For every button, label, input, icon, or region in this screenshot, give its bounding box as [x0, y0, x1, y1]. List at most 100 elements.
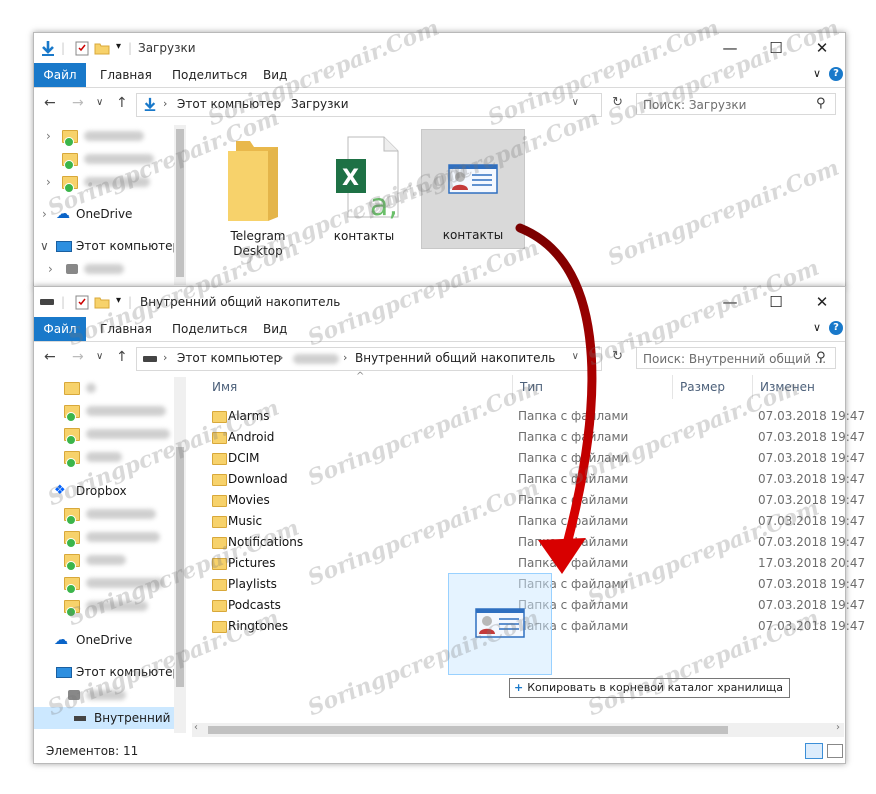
item-label: контакты	[333, 229, 395, 243]
item-count: Элементов: 11	[46, 744, 139, 758]
qa-dropdown-icon[interactable]: ▾	[116, 41, 121, 52]
file-type: Папка с файлами	[518, 535, 629, 549]
address-dropdown-icon[interactable]: ∨	[572, 97, 579, 108]
column-header-type[interactable]: Тип	[520, 375, 543, 399]
tab-share[interactable]: Поделиться	[172, 63, 247, 87]
file-date: 17.03.2018 20:47	[758, 556, 866, 570]
back-button[interactable]: ←	[44, 349, 56, 365]
drive-icon	[74, 716, 86, 721]
help-icon[interactable]: ?	[829, 321, 843, 335]
table-row[interactable]: Download Папка с файлами 07.03.2018 19:47	[192, 469, 865, 490]
folder-icon	[228, 141, 278, 221]
breadcrumb-downloads[interactable]: Загрузки	[291, 97, 349, 111]
file-date: 07.03.2018 19:47	[758, 451, 866, 465]
minimize-button[interactable]: —	[707, 287, 753, 317]
address-bar[interactable]: › Этот компьютер › Загрузки ∨ ↻	[136, 93, 623, 117]
search-input[interactable]: Поиск: Загрузки	[636, 93, 836, 115]
refresh-icon[interactable]: ↻	[612, 349, 623, 364]
tab-share[interactable]: Поделиться	[172, 317, 247, 341]
qa-separator: |	[61, 295, 66, 309]
tab-view[interactable]: Вид	[263, 317, 287, 341]
qa-dropdown-icon[interactable]: ▾	[116, 295, 121, 306]
table-row[interactable]: Music Папка с файлами 07.03.2018 19:47	[192, 511, 865, 532]
breadcrumb-this-pc[interactable]: Этот компьютер	[177, 97, 281, 111]
minimize-button[interactable]: —	[707, 33, 753, 63]
ribbon-tabs: Файл Главная Поделиться Вид ∨ ?	[34, 63, 845, 88]
file-name: Android	[228, 430, 275, 444]
nav-scrollbar[interactable]	[174, 125, 186, 285]
tab-file[interactable]: Файл	[34, 317, 86, 341]
search-input[interactable]: Поиск: Внутренний общий ...	[636, 347, 836, 369]
file-item-telegram-desktop[interactable]: Telegram Desktop	[214, 133, 302, 263]
file-item-contacts-xlsx[interactable]: Xa, контакты	[320, 133, 408, 263]
column-header-name[interactable]: Имя	[212, 375, 237, 399]
file-name: Pictures	[228, 556, 276, 570]
file-type: Папка с файлами	[518, 514, 629, 528]
forward-button[interactable]: →	[72, 349, 84, 365]
address-dropdown-icon[interactable]: ∨	[572, 351, 579, 362]
help-icon[interactable]: ?	[829, 67, 843, 81]
dropbox-icon: ❖	[54, 483, 66, 498]
file-date: 07.03.2018 19:47	[758, 430, 866, 444]
folder-icon	[212, 432, 227, 444]
file-date: 07.03.2018 19:47	[758, 535, 866, 549]
table-row[interactable]: Alarms Папка с файлами 07.03.2018 19:47	[192, 406, 865, 427]
recent-dropdown-icon[interactable]: ∨	[96, 97, 103, 108]
tab-file[interactable]: Файл	[34, 63, 86, 87]
tab-view[interactable]: Вид	[263, 63, 287, 87]
item-label: Telegram Desktop	[230, 229, 286, 258]
close-button[interactable]: ✕	[799, 33, 845, 63]
table-row[interactable]: Pictures Папка с файлами 17.03.2018 20:47	[192, 553, 865, 574]
horizontal-scrollbar[interactable]: ‹ ›	[192, 722, 844, 737]
navigation-pane: › › › ☁ OneDrive ∨ Этот компьютер ›	[40, 129, 181, 276]
breadcrumb-internal-storage[interactable]: Внутренний общий накопитель	[355, 351, 555, 365]
back-button[interactable]: ←	[44, 95, 56, 111]
tab-home[interactable]: Главная	[100, 317, 152, 341]
file-date: 07.03.2018 19:47	[758, 577, 866, 591]
ribbon-tabs: Файл Главная Поделиться Вид ∨ ?	[34, 317, 845, 342]
refresh-icon[interactable]: ↻	[612, 95, 623, 110]
maximize-button[interactable]: ☐	[753, 287, 799, 317]
file-name: Music	[228, 514, 263, 528]
download-arrow-icon	[42, 41, 54, 56]
table-row[interactable]: Notifications Папка с файлами 07.03.2018 1…	[192, 532, 865, 553]
details-view-icon[interactable]	[805, 743, 823, 759]
folder-icon	[212, 495, 227, 507]
column-header-size[interactable]: Размер	[680, 375, 725, 399]
file-type: Папка с файлами	[518, 556, 629, 570]
forward-button[interactable]: →	[72, 95, 84, 111]
address-bar[interactable]: › Этот компьютер › › Внутренний общий на…	[136, 347, 623, 371]
column-header-modified[interactable]: Изменен	[760, 375, 815, 399]
maximize-button[interactable]: ☐	[753, 33, 799, 63]
up-button[interactable]: ↑	[116, 95, 128, 111]
qa-separator: |	[61, 41, 66, 55]
tab-home[interactable]: Главная	[100, 63, 152, 87]
contact-card-icon	[475, 608, 525, 638]
large-icons-view-icon[interactable]	[827, 744, 843, 758]
window-title: Внутренний общий накопитель	[140, 295, 341, 309]
properties-icon[interactable]	[74, 294, 90, 310]
new-folder-icon[interactable]	[94, 294, 110, 310]
up-button[interactable]: ↑	[116, 349, 128, 365]
breadcrumb-device-blurred[interactable]	[293, 354, 339, 364]
download-arrow-icon	[144, 97, 156, 111]
ribbon-expand-icon[interactable]: ∨	[813, 321, 821, 334]
recent-dropdown-icon[interactable]: ∨	[96, 351, 103, 362]
drag-tooltip: + Копировать в корневой каталог хранилища	[509, 678, 791, 698]
properties-icon[interactable]	[74, 40, 90, 56]
svg-text:a,: a,	[370, 188, 398, 221]
excel-file-icon: Xa,	[336, 136, 399, 221]
table-row[interactable]: Movies Папка с файлами 07.03.2018 19:47	[192, 490, 865, 511]
file-name: Notifications	[228, 535, 304, 549]
nav-item-internal-storage[interactable]: Внутренний общ	[34, 707, 174, 729]
ribbon-expand-icon[interactable]: ∨	[813, 67, 821, 80]
new-folder-icon[interactable]	[94, 40, 110, 56]
breadcrumb-this-pc[interactable]: Этот компьютер	[177, 351, 281, 365]
table-row[interactable]: DCIM Папка с файлами 07.03.2018 19:47	[192, 448, 865, 469]
nav-scrollbar[interactable]	[174, 377, 186, 733]
file-item-contacts-vcf[interactable]: контакты	[421, 129, 525, 249]
table-row[interactable]: Android Папка с файлами 07.03.2018 19:47	[192, 427, 865, 448]
column-divider	[672, 375, 673, 399]
file-name: Playlists	[228, 577, 277, 591]
close-button[interactable]: ✕	[799, 287, 845, 317]
